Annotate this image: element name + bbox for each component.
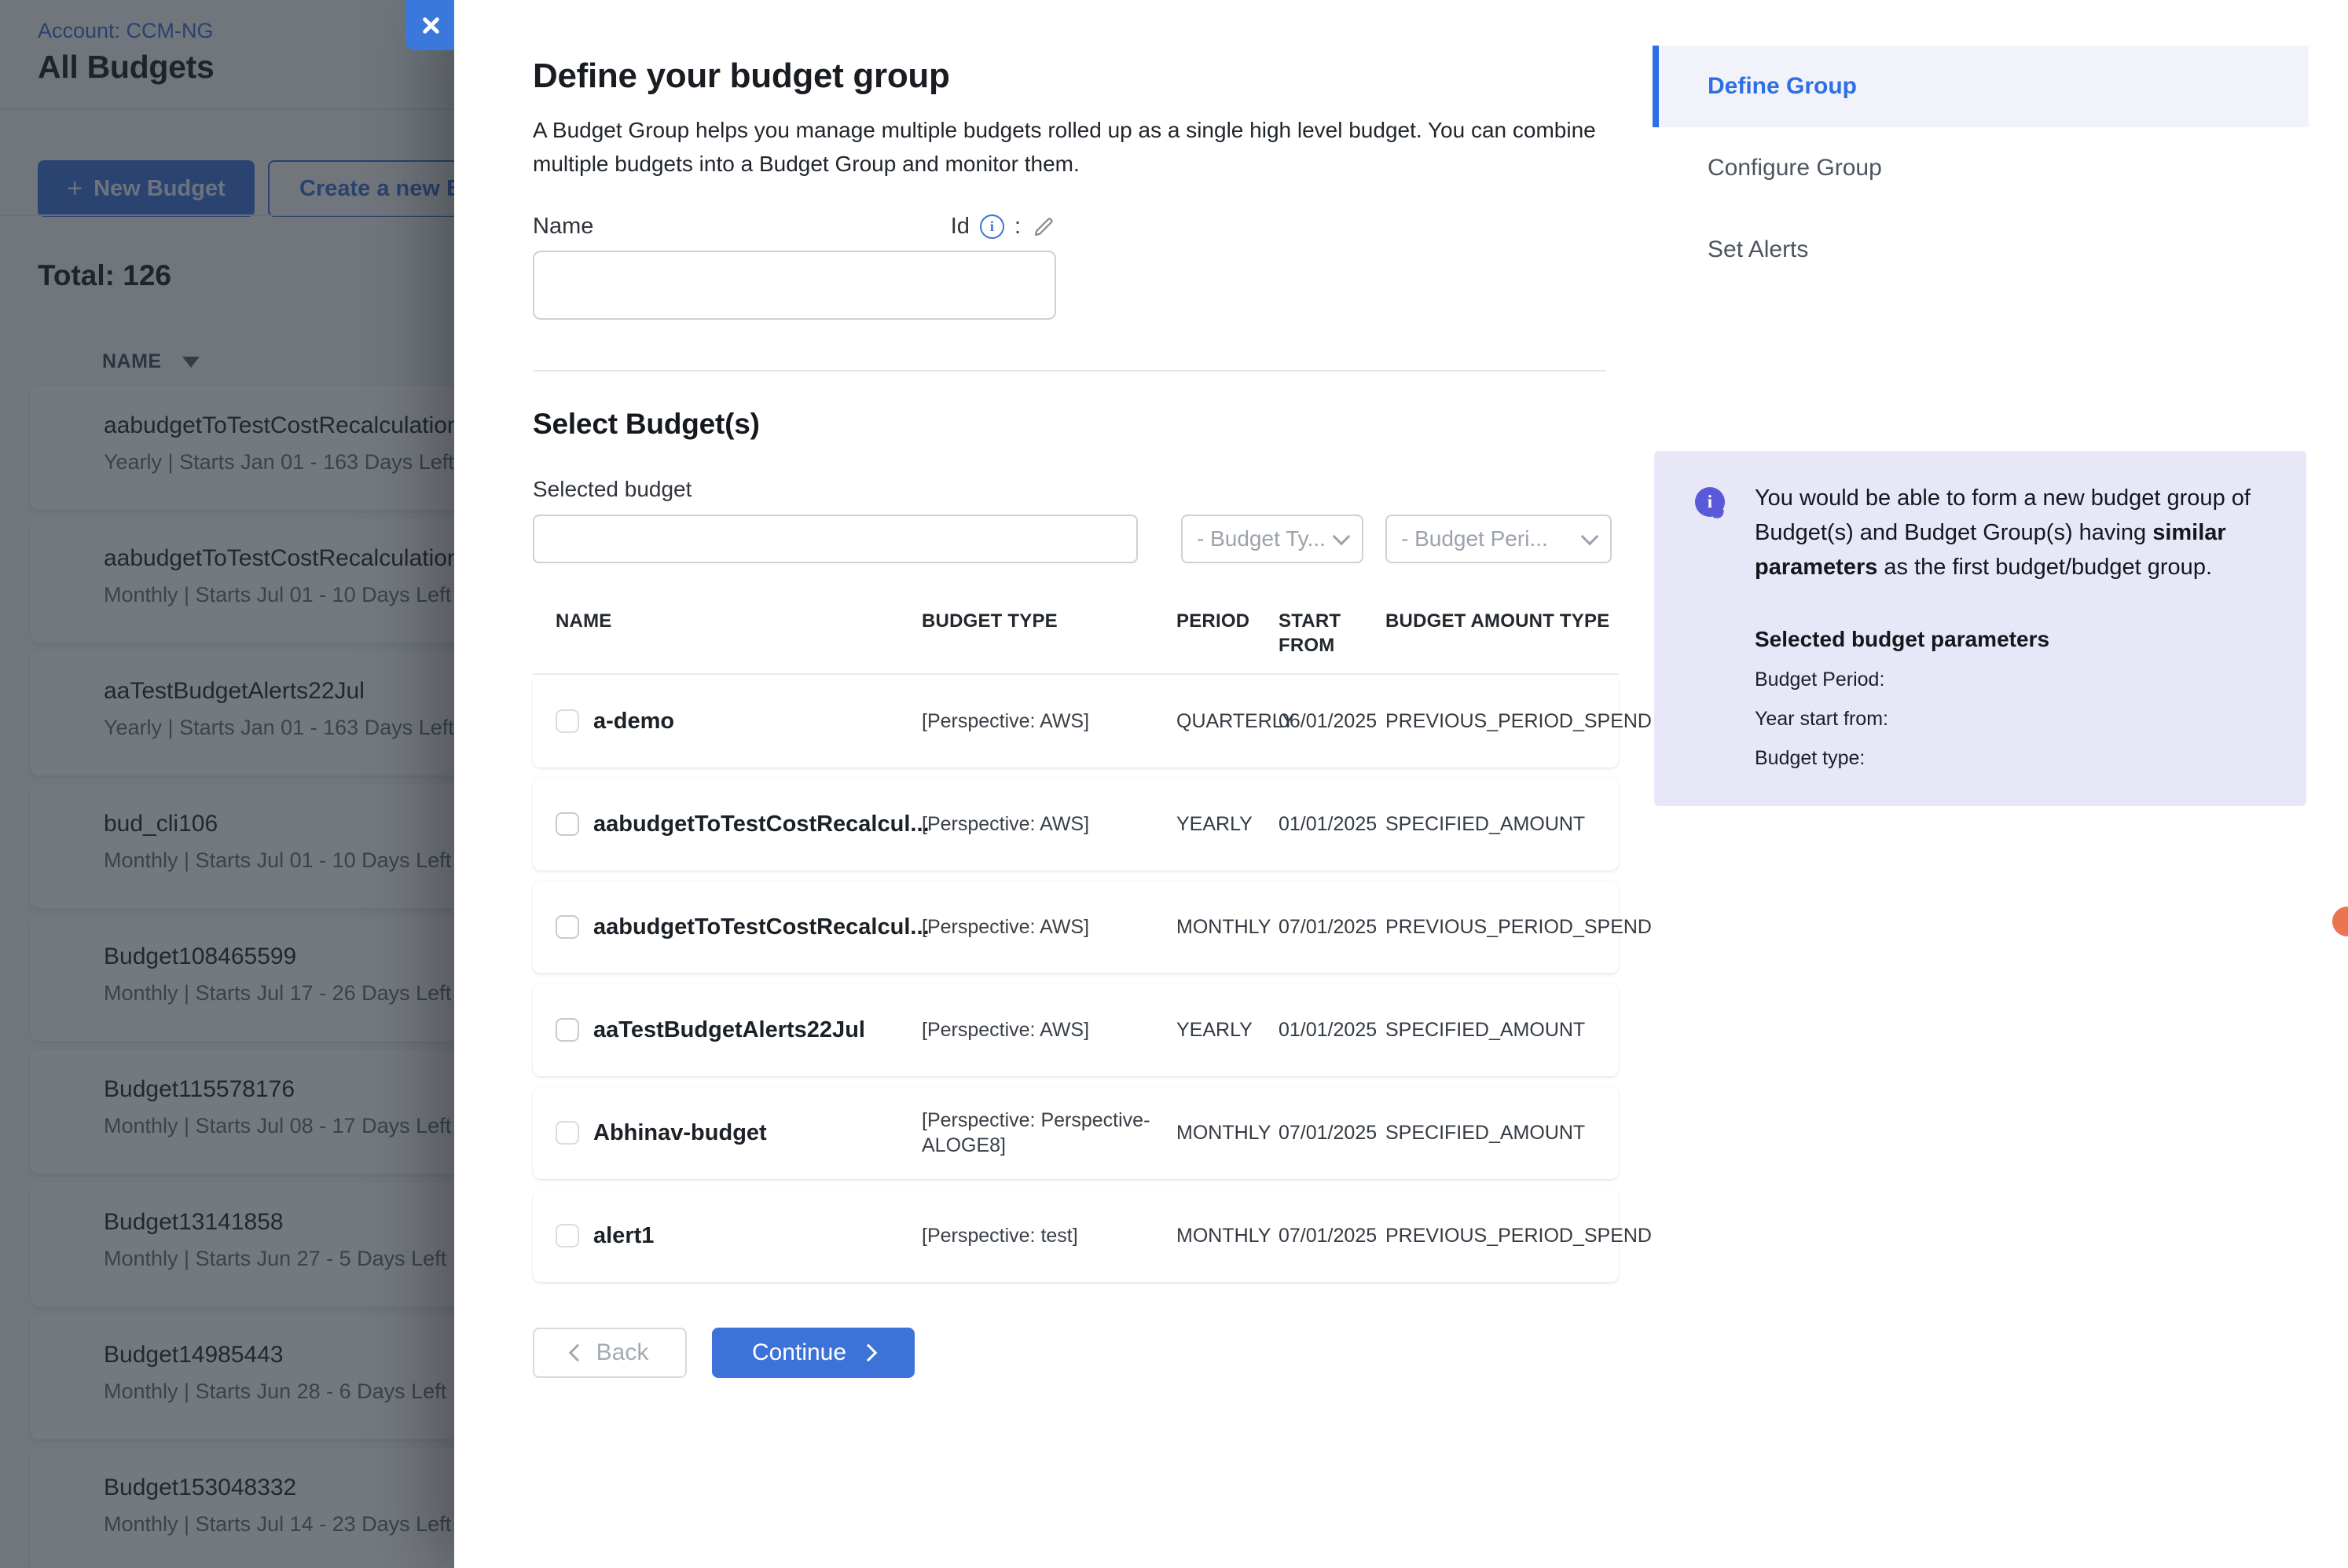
cell-name: Abhinav-budget <box>593 1120 922 1146</box>
column-header-start-from: START FROM <box>1279 609 1385 658</box>
budget-period-select[interactable]: - Budget Peri... <box>1385 515 1612 563</box>
step-set-alerts[interactable]: Set Alerts <box>1653 209 2309 291</box>
row-checkbox[interactable] <box>556 709 579 733</box>
cell-start-from: 07/01/2025 <box>1279 1225 1385 1247</box>
cell-name: a-demo <box>593 709 922 735</box>
step-label: Set Alerts <box>1708 236 1808 263</box>
cell-name: aaTestBudgetAlerts22Jul <box>593 1017 922 1043</box>
chevron-down-icon <box>1581 528 1599 546</box>
cell-start-from: 07/01/2025 <box>1279 916 1385 939</box>
column-header-period: PERIOD <box>1176 609 1279 633</box>
wizard-stepper: Define Group Configure Group Set Alerts <box>1653 46 2309 291</box>
cell-period: MONTHLY <box>1176 916 1279 939</box>
column-header-budget-amount-type: BUDGET AMOUNT TYPE <box>1385 609 1619 633</box>
row-checkbox[interactable] <box>556 812 579 836</box>
step-label: Configure Group <box>1708 155 1882 181</box>
cell-budget-type: [Perspective: AWS] <box>922 914 1176 940</box>
table-row: a-demo [Perspective: AWS] QUARTERLY 06/0… <box>533 675 1619 768</box>
id-group: Id : <box>951 214 1056 240</box>
info-icon[interactable] <box>980 214 1004 239</box>
cell-budget-amount-type: SPECIFIED_AMOUNT <box>1385 1122 1619 1145</box>
step-label: Define Group <box>1708 73 1857 100</box>
table-header-row: NAME BUDGET TYPE PERIOD START FROM BUDGE… <box>533 609 1619 675</box>
continue-label: Continue <box>752 1339 846 1366</box>
cell-start-from: 06/01/2025 <box>1279 710 1385 733</box>
cell-period: YEARLY <box>1176 1019 1279 1042</box>
column-header-budget-type: BUDGET TYPE <box>922 609 1176 633</box>
cell-name: alert1 <box>593 1223 922 1249</box>
selected-budget-label: Selected budget <box>533 477 1619 502</box>
select-budgets-heading: Select Budget(s) <box>533 408 1619 441</box>
drawer-description: A Budget Group helps you manage multiple… <box>533 113 1633 181</box>
edit-pencil-icon[interactable] <box>1031 214 1056 240</box>
row-checkbox[interactable] <box>556 1121 579 1145</box>
cell-budget-amount-type: SPECIFIED_AMOUNT <box>1385 1019 1619 1042</box>
id-separator: : <box>1014 214 1021 240</box>
close-button[interactable] <box>405 0 454 50</box>
drawer-title: Define your budget group <box>533 57 1619 96</box>
cell-start-from: 01/01/2025 <box>1279 1019 1385 1042</box>
budget-table: NAME BUDGET TYPE PERIOD START FROM BUDGE… <box>533 609 1619 1282</box>
budget-type-select[interactable]: - Budget Ty... <box>1181 515 1363 563</box>
cell-budget-type: [Perspective: test] <box>922 1223 1176 1248</box>
table-row: Abhinav-budget [Perspective: Perspective… <box>533 1086 1619 1179</box>
close-icon <box>418 13 442 37</box>
info-bubble-icon <box>1695 487 1725 517</box>
info-text: You would be able to form a new budget g… <box>1755 481 2261 584</box>
cell-period: MONTHLY <box>1176 1122 1279 1145</box>
cell-name: aabudgetToTestCostRecalcul... <box>593 914 922 940</box>
cell-name: aabudgetToTestCostRecalcul... <box>593 811 922 837</box>
cell-start-from: 07/01/2025 <box>1279 1122 1385 1145</box>
cell-budget-amount-type: PREVIOUS_PERIOD_SPEND <box>1385 710 1652 733</box>
cell-budget-type: [Perspective: AWS] <box>922 1017 1176 1042</box>
back-label: Back <box>596 1339 649 1366</box>
cell-budget-type: [Perspective: AWS] <box>922 811 1176 837</box>
row-checkbox[interactable] <box>556 1018 579 1042</box>
table-row: aaTestBudgetAlerts22Jul [Perspective: AW… <box>533 984 1619 1076</box>
step-configure-group[interactable]: Configure Group <box>1653 127 2309 209</box>
table-row: aabudgetToTestCostRecalcul... [Perspecti… <box>533 778 1619 870</box>
budget-group-drawer: Define your budget group A Budget Group … <box>454 0 2348 1568</box>
param-year-start-from: Year start from: <box>1755 708 2261 731</box>
selected-budget-input[interactable] <box>533 515 1138 563</box>
back-button[interactable]: Back <box>533 1328 687 1378</box>
row-checkbox[interactable] <box>556 1224 579 1247</box>
cell-period: QUARTERLY <box>1176 710 1279 733</box>
param-budget-period: Budget Period: <box>1755 669 2261 691</box>
info-panel: You would be able to form a new budget g… <box>1654 451 2306 806</box>
cell-budget-type: [Perspective: Perspective-ALOGE8] <box>922 1108 1176 1158</box>
cell-budget-amount-type: SPECIFIED_AMOUNT <box>1385 813 1619 836</box>
continue-button[interactable]: Continue <box>712 1328 915 1378</box>
table-row: aabudgetToTestCostRecalcul... [Perspecti… <box>533 881 1619 973</box>
name-label: Name <box>533 214 593 240</box>
param-budget-type: Budget type: <box>1755 747 2261 770</box>
drawer-footer: Back Continue <box>533 1328 1619 1378</box>
screen: Account: CCM-NG All Budgets + New Budget… <box>0 0 2348 1568</box>
group-name-input[interactable] <box>533 251 1056 320</box>
id-label: Id <box>951 214 970 240</box>
cell-budget-amount-type: PREVIOUS_PERIOD_SPEND <box>1385 1225 1652 1247</box>
cell-period: MONTHLY <box>1176 1225 1279 1247</box>
cell-period: YEARLY <box>1176 813 1279 836</box>
table-row: alert1 [Perspective: test] MONTHLY 07/01… <box>533 1189 1619 1282</box>
chevron-left-icon <box>568 1344 586 1362</box>
cell-budget-amount-type: PREVIOUS_PERIOD_SPEND <box>1385 916 1652 939</box>
row-checkbox[interactable] <box>556 915 579 939</box>
drawer-main: Define your budget group A Budget Group … <box>533 0 1619 1378</box>
chevron-right-icon <box>860 1344 878 1362</box>
selected-budget-parameters-heading: Selected budget parameters <box>1755 627 2261 652</box>
budget-type-select-value: - Budget Ty... <box>1197 526 1326 551</box>
name-field-row: Name Id : <box>533 214 1056 240</box>
filter-row: - Budget Ty... - Budget Peri... <box>533 515 1619 563</box>
step-define-group[interactable]: Define Group <box>1653 46 2309 127</box>
cell-start-from: 01/01/2025 <box>1279 813 1385 836</box>
cell-budget-type: [Perspective: AWS] <box>922 709 1176 734</box>
column-header-name: NAME <box>556 609 922 633</box>
chevron-down-icon <box>1333 528 1351 546</box>
section-divider <box>533 370 1606 372</box>
budget-period-select-value: - Budget Peri... <box>1401 526 1548 551</box>
